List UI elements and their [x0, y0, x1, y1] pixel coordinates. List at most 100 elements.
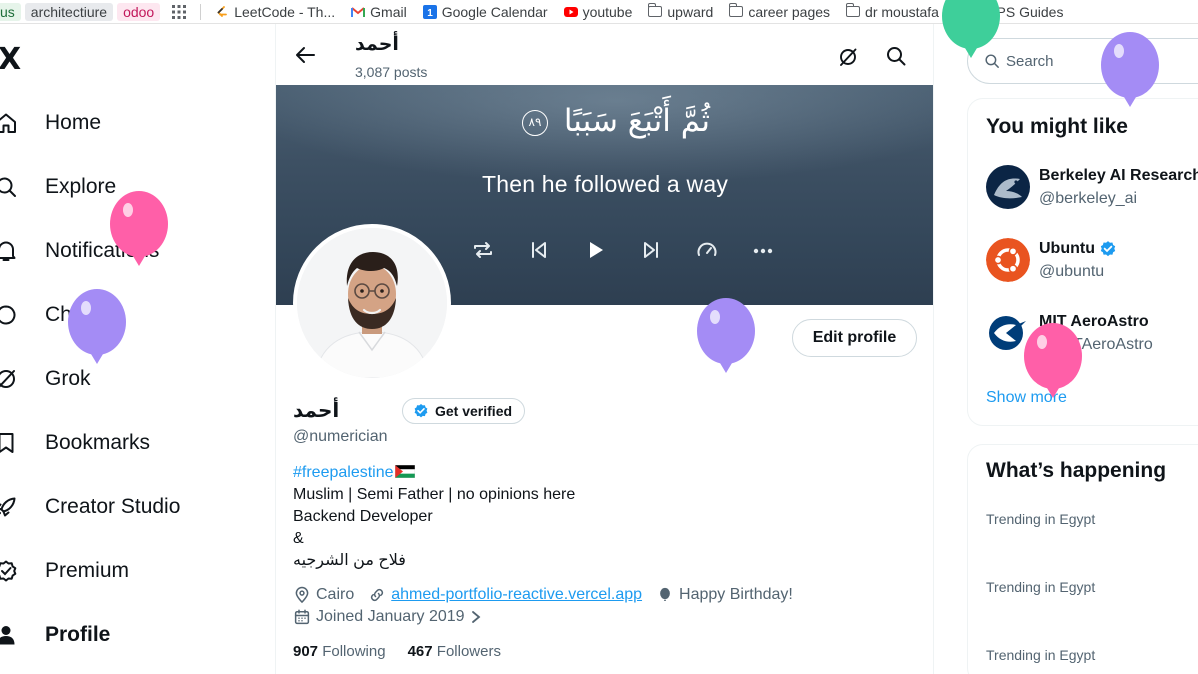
profile-birthday: Happy Birthday!	[656, 586, 793, 604]
x-logo[interactable]: X	[0, 42, 21, 77]
search-icon	[0, 177, 16, 197]
get-verified-button[interactable]: Get verified	[402, 398, 526, 424]
youtube-icon	[563, 6, 578, 17]
previous-track-icon	[532, 242, 546, 258]
bookmark-separator	[200, 3, 202, 20]
repeat-icon	[474, 242, 492, 258]
birthday-balloon-pink	[110, 191, 168, 266]
grok-icon	[0, 370, 15, 388]
bookmark-folder-upward[interactable]: upward	[640, 0, 721, 23]
banner-arabic-verse: ثُمَّ أَتْبَعَ سَبَبًا ٨٩	[496, 103, 736, 139]
profile-handle: @numerician	[293, 428, 388, 445]
profile-joined[interactable]: Joined January 2019	[293, 608, 482, 626]
apps-grid-icon[interactable]	[164, 0, 194, 23]
bookmark-label: upward	[667, 3, 714, 20]
person-icon	[0, 626, 15, 645]
home-icon	[0, 113, 16, 133]
birthday-balloon-purple	[1101, 32, 1159, 107]
bookmark-chip-us[interactable]: us	[0, 2, 21, 21]
followers-label: Followers	[436, 643, 501, 660]
nav-item-label: Creator Studio	[45, 495, 181, 518]
back-arrow-icon[interactable]	[294, 44, 316, 66]
trend-item[interactable]: Trending in Egypt	[986, 579, 1095, 595]
bookmark-leetcode[interactable]: LeetCode - Th...	[207, 0, 343, 23]
suggestion-name: Ubuntu	[1039, 240, 1095, 257]
nav-item-label: Grok	[45, 367, 91, 390]
birthday-balloon-pink	[1024, 323, 1082, 398]
bookmark-chip-architectiure[interactable]: architectiure	[24, 2, 114, 21]
bookmark-google-calendar[interactable]: 1 Google Calendar	[415, 0, 556, 23]
nav-item-label: Home	[45, 111, 102, 134]
bookmark-label: LeetCode - Th...	[234, 3, 336, 20]
get-verified-label: Get verified	[435, 403, 513, 419]
left-navigation: X Home Explore Notifications Chat Grok B…	[0, 24, 275, 674]
trend-item[interactable]: Trending in Egypt	[986, 647, 1095, 663]
whats-happening-title: What’s happening	[986, 459, 1167, 482]
profile-display-name: أحمد	[293, 400, 340, 422]
bio-line: فلاح من الشرجيه	[293, 552, 406, 569]
profile-meta: Cairo ahmed-portfolio-reactive.vercel.ap…	[293, 584, 923, 628]
suggestion-item[interactable]: Berkeley AI Research @berkeley_ai	[986, 165, 1198, 213]
nav-item-label: Profile	[45, 623, 111, 646]
location-pin-icon	[295, 586, 309, 604]
suggestion-handle: @ubuntu	[1039, 263, 1105, 280]
follow-stats: 907 Following 467 Followers	[293, 643, 501, 660]
bio-line: Backend Developer	[293, 508, 433, 525]
bookmark-icon	[0, 433, 14, 453]
bio-line: Muslim | Semi Father | no opinions here	[293, 486, 576, 503]
following-count: 907	[293, 643, 319, 660]
svg-text:1: 1	[427, 8, 433, 19]
banner-translation: Then he followed a way	[481, 171, 729, 197]
birthday-text: Happy Birthday!	[679, 586, 793, 603]
link-icon	[371, 588, 384, 602]
speed-gauge-icon	[697, 242, 717, 256]
search-icon[interactable]	[885, 45, 907, 67]
followers-link[interactable]: 467 Followers	[408, 643, 501, 660]
nav-item-label: Explore	[45, 175, 117, 198]
birthday-balloon-green	[942, 0, 1000, 58]
bookmark-label: youtube	[582, 3, 633, 20]
play-icon	[590, 242, 603, 258]
calendar-icon: 1	[422, 4, 437, 19]
next-track-icon	[644, 242, 658, 258]
bookmark-label: PS Guides	[996, 3, 1064, 20]
following-link[interactable]: 907 Following	[293, 643, 386, 660]
bookmarks-bar: us architectiure odoo LeetCode - Th... G…	[0, 0, 1198, 24]
bio-hashtag-link[interactable]: #freepalestine	[293, 464, 394, 481]
profile-location: Cairo	[293, 586, 354, 604]
trend-item[interactable]: Trending in Egypt	[986, 511, 1095, 527]
website-link[interactable]: ahmed-portfolio-reactive.vercel.app	[391, 586, 642, 604]
more-options-icon	[753, 248, 773, 254]
nav-item-label: Premium	[45, 559, 130, 582]
bookmark-gmail[interactable]: Gmail	[343, 0, 415, 23]
balloon-icon	[660, 587, 670, 601]
bookmark-label: career pages	[748, 3, 831, 20]
verified-badge-icon	[414, 404, 428, 418]
suggestion-item[interactable]: Ubuntu @ubuntu	[986, 238, 1198, 286]
palestine-flag-icon	[394, 465, 415, 478]
profile-bio: #freepalestine Muslim | Semi Father | no…	[293, 462, 913, 572]
bookmark-folder-career-pages[interactable]: career pages	[721, 0, 838, 23]
joined-text: Joined January 2019	[316, 608, 465, 625]
bell-icon	[0, 241, 16, 261]
whats-happening-card: What’s happening Trending in Egypt Trend…	[967, 444, 1198, 674]
avatar	[986, 238, 1030, 282]
rocket-icon	[0, 497, 16, 517]
bookmark-youtube[interactable]: youtube	[556, 0, 641, 23]
chevron-right-icon	[471, 611, 480, 623]
banner-verse-text: ثُمَّ أَتْبَعَ سَبَبًا	[563, 103, 711, 139]
edit-profile-button[interactable]: Edit profile	[792, 319, 917, 357]
birthday-balloon-purple	[68, 289, 126, 364]
profile-avatar[interactable]	[293, 224, 451, 382]
suggestion-item[interactable]: MIT AeroAstro @MITAeroAstro	[986, 311, 1198, 359]
suggestion-handle: @berkeley_ai	[1039, 190, 1138, 207]
header-post-count: 3,087 posts	[355, 64, 428, 80]
bookmark-chip-odoo[interactable]: odoo	[117, 2, 161, 21]
calendar-icon	[294, 609, 310, 625]
verse-number-badge: ٨٩	[521, 109, 548, 136]
followers-count: 467	[407, 643, 433, 660]
berkeley-ai-logo	[986, 165, 1030, 209]
following-label: Following	[322, 643, 386, 660]
profile-main-column: أحمد 3,087 posts ثُمَّ أَتْبَعَ سَبَبًا …	[275, 24, 934, 674]
grok-icon[interactable]	[837, 46, 859, 68]
